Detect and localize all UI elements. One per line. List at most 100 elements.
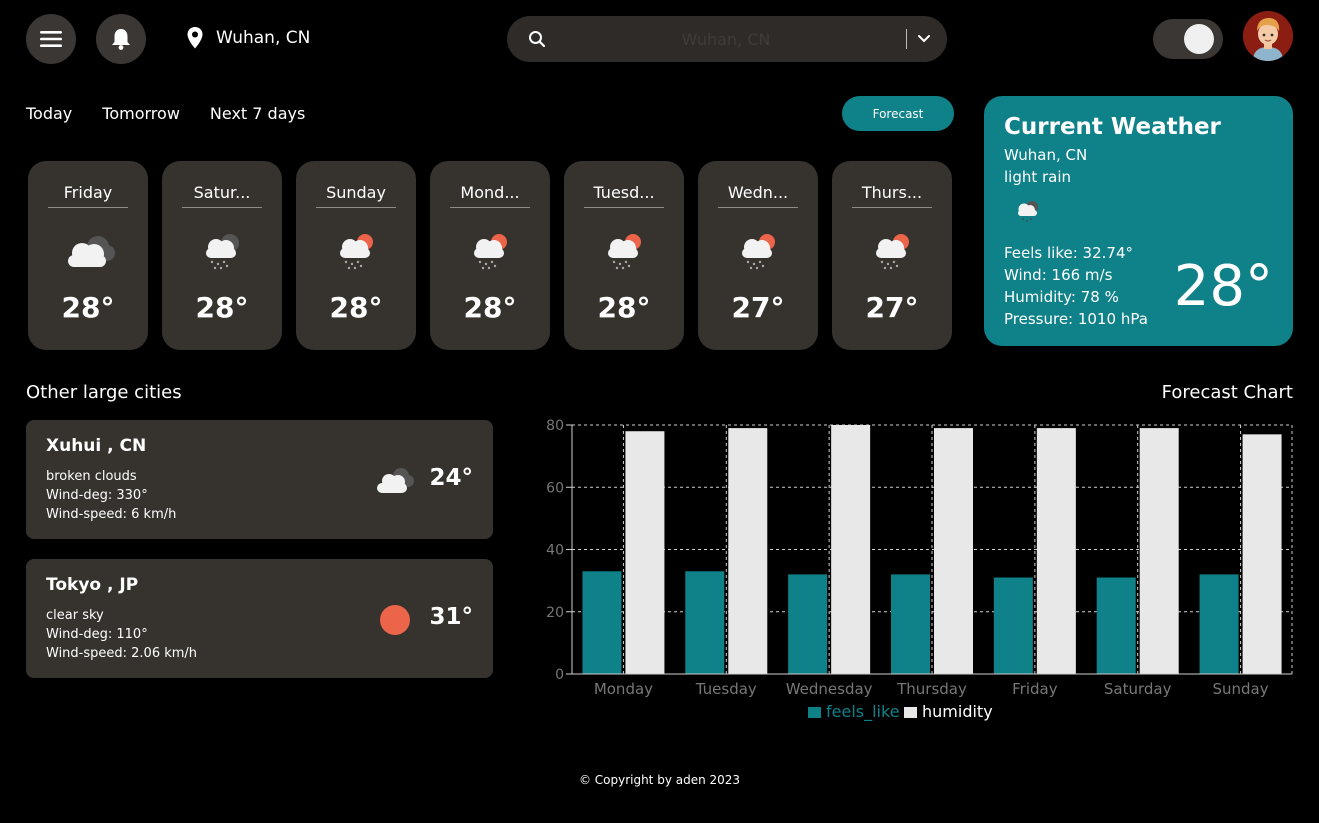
day-card-tuesday[interactable]: Tuesd... 28° [564,161,684,350]
notifications-button[interactable] [96,14,146,64]
city-name: Tokyo , JP [46,575,139,595]
sun-icon [380,605,410,635]
sun-rain-icon [876,234,909,270]
day-card-friday[interactable]: Friday 28° [28,161,148,350]
search-divider [906,29,907,49]
pressure-text: Pressure: 1010 hPa [1004,310,1148,328]
day-card-saturday[interactable]: Satur... 28° [162,161,282,350]
search-bar[interactable] [507,16,947,62]
legend-swatch-humidity [904,707,917,718]
rain-cloud-icon [1018,201,1038,222]
city-wind-deg: Wind-deg: 110° [46,627,148,642]
sun-rain-icon [340,234,373,270]
legend-label-humidity: humidity [922,702,993,721]
tab-tomorrow[interactable]: Tomorrow [102,104,180,123]
day-name: Friday [48,183,128,208]
day-card-wednesday[interactable]: Wedn... 27° [698,161,818,350]
day-temp: 28° [61,291,115,324]
bar-feels_like [891,574,930,674]
x-tick-label: Saturday [1104,680,1172,698]
bar-humidity [1139,428,1179,674]
location-label: Wuhan, CN [216,28,311,48]
current-location[interactable]: Wuhan, CN [186,26,310,50]
x-tick-label: Tuesday [695,680,757,698]
theme-toggle[interactable] [1153,19,1223,59]
day-temp: 28° [597,291,651,324]
sun-rain-icon [474,234,507,270]
tab-today[interactable]: Today [26,104,72,123]
chart-title: Forecast Chart [1161,382,1293,403]
bar-feels_like [685,571,725,674]
x-tick-label: Wednesday [786,680,873,698]
bar-humidity [934,428,973,674]
chart-legend: feels_like humidity [808,702,993,722]
bar-humidity [831,425,871,674]
y-tick-label: 0 [555,667,564,683]
search-icon [529,31,546,48]
chevron-down-icon[interactable] [917,34,931,44]
user-avatar-icon [1243,11,1293,61]
y-tick-label: 40 [546,543,564,559]
other-cities-title: Other large cities [26,382,182,403]
day-name: Thurs... [852,183,932,208]
bar-feels_like [582,571,622,674]
rain-cloud-icon [206,234,239,270]
bell-icon [112,29,130,50]
city-wind-deg: Wind-deg: 330° [46,488,148,503]
day-name: Wedn... [718,183,798,208]
city-wind-speed: Wind-speed: 6 km/h [46,507,177,522]
day-temp: 28° [463,291,517,324]
humidity-text: Humidity: 78 % [1004,288,1119,306]
day-name: Mond... [450,183,530,208]
copyright-text: © Copyright by aden 2023 [578,773,741,787]
current-weather-description: light rain [1004,168,1072,186]
city-description: broken clouds [46,469,137,484]
broken-clouds-icon [377,468,414,493]
bar-feels_like [993,577,1033,674]
city-card-tokyo[interactable]: Tokyo , JP clear sky Wind-deg: 110° Wind… [26,559,493,678]
city-card-xuhui[interactable]: Xuhui , CN broken clouds Wind-deg: 330° … [26,420,493,539]
bar-humidity [1036,428,1076,674]
city-description: clear sky [46,608,104,623]
avatar[interactable] [1243,11,1293,61]
y-tick-label: 80 [546,418,564,434]
day-name: Tuesd... [584,183,664,208]
y-tick-label: 20 [546,605,564,621]
day-temp: 28° [329,291,383,324]
day-temp: 28° [195,291,249,324]
sun-rain-icon [608,234,641,270]
toggle-knob [1184,24,1214,54]
cloudy-icon [68,236,115,267]
y-tick-label: 60 [546,480,564,496]
city-wind-speed: Wind-speed: 2.06 km/h [46,646,198,661]
forecast-chart: 0 20 40 60 80 Monday Tuesday Wednesday Thursday F… [546,418,1293,722]
feels-like-text: Feels like: 32.74° [1004,244,1133,262]
tab-next-7-days[interactable]: Next 7 days [210,104,305,123]
bar-feels_like [788,574,828,674]
wind-text: Wind: 166 m/s [1004,266,1113,284]
city-name: Xuhui , CN [46,436,147,456]
bar-feels_like [1199,574,1239,674]
bar-humidity [1242,434,1282,674]
day-name: Sunday [316,183,396,208]
chart-grid [572,424,1293,674]
menu-button[interactable] [26,14,76,64]
period-tabs: Today Tomorrow Next 7 days [26,104,305,123]
search-input[interactable] [546,29,906,49]
legend-label-feels_like: feels_like [826,702,900,722]
day-card-thursday[interactable]: Thurs... 27° [832,161,952,350]
bar-humidity [728,428,768,674]
x-tick-label: Sunday [1213,680,1269,698]
current-weather-title: Current Weather [1004,114,1221,140]
current-weather-card: Current Weather Wuhan, CN light rain Fee… [984,96,1293,346]
current-weather-city: Wuhan, CN [1004,146,1088,164]
current-temp: 28° [1173,254,1273,319]
x-tick-label: Thursday [896,680,967,698]
x-tick-label: Friday [1012,680,1058,698]
day-card-sunday[interactable]: Sunday 28° [296,161,416,350]
city-temp: 24° [429,465,473,491]
bar-feels_like [1096,577,1136,674]
forecast-button[interactable]: Forecast [842,96,954,131]
day-card-monday[interactable]: Mond... 28° [430,161,550,350]
bar-humidity [625,431,665,674]
